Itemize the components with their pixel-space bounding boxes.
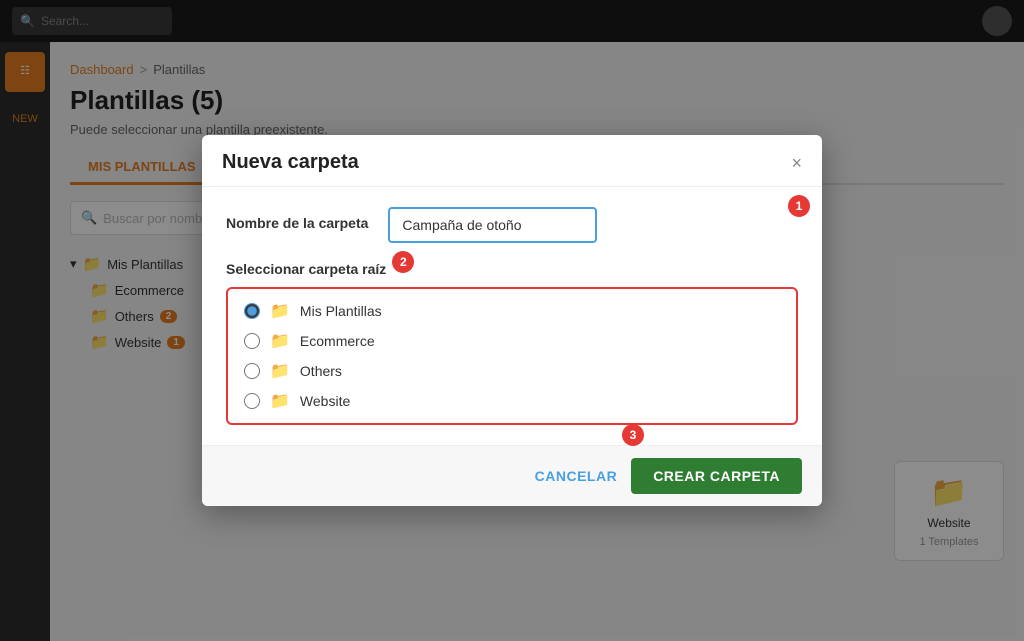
folder-name-label: Nombre de la carpeta [226, 215, 368, 231]
radio-ecommerce[interactable]: 📁 Ecommerce [244, 331, 780, 351]
radio-label-website: Website [300, 393, 350, 409]
radio-website[interactable]: 📁 Website [244, 391, 780, 411]
radio-input-ecommerce[interactable] [244, 333, 260, 349]
create-folder-button[interactable]: CREAR CARPETA [631, 458, 802, 494]
modal-header: Nueva carpeta × [202, 135, 822, 187]
step3-badge: 3 [622, 424, 644, 446]
radio-mis-plantillas[interactable]: 📁 Mis Plantillas [244, 301, 780, 321]
folder-icon-option-mis-plantillas: 📁 [270, 301, 290, 321]
step1-badge: 1 [788, 195, 810, 217]
radio-input-others[interactable] [244, 363, 260, 379]
modal-close-button[interactable]: × [791, 154, 802, 172]
modal-body: Nombre de la carpeta 1 Seleccionar carpe… [202, 187, 822, 445]
radio-input-website[interactable] [244, 393, 260, 409]
folder-name-input[interactable] [388, 207, 597, 243]
input-wrapper: 1 [388, 207, 798, 243]
modal-title: Nueva carpeta [222, 151, 359, 174]
radio-label-mis-plantillas: Mis Plantillas [300, 303, 382, 319]
step2-badge: 2 [392, 251, 414, 273]
radio-others[interactable]: 📁 Others [244, 361, 780, 381]
radio-group: 📁 Mis Plantillas 📁 Ecommerce 📁 Others [226, 287, 798, 425]
root-folder-section: Seleccionar carpeta raíz 2 📁 Mis Plantil… [226, 261, 798, 425]
cancel-button[interactable]: CANCELAR [535, 468, 618, 484]
folder-icon-option-ecommerce: 📁 [270, 331, 290, 351]
radio-label-others: Others [300, 363, 342, 379]
modal-footer: 3 CANCELAR CREAR CARPETA [202, 445, 822, 506]
radio-input-mis-plantillas[interactable] [244, 303, 260, 319]
root-folder-label-wrapper: Seleccionar carpeta raíz 2 [226, 261, 386, 287]
folder-name-row: Nombre de la carpeta 1 [226, 207, 798, 243]
modal-overlay: Nueva carpeta × Nombre de la carpeta 1 [0, 0, 1024, 641]
root-folder-label: Seleccionar carpeta raíz [226, 261, 386, 277]
modal: Nueva carpeta × Nombre de la carpeta 1 [202, 135, 822, 506]
folder-icon-option-others: 📁 [270, 361, 290, 381]
radio-label-ecommerce: Ecommerce [300, 333, 375, 349]
folder-icon-option-website: 📁 [270, 391, 290, 411]
